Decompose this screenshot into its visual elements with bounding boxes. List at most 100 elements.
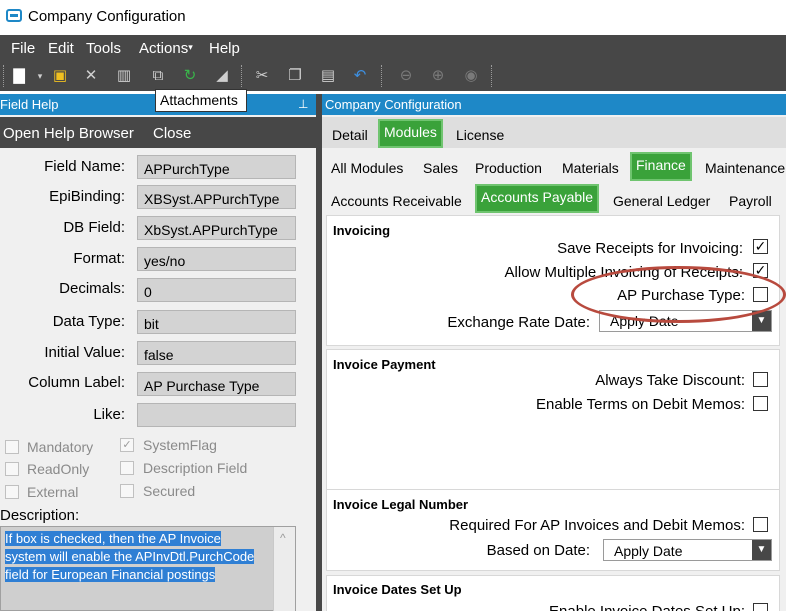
description-textarea[interactable]: If box is checked, then the AP Invoice s… bbox=[0, 526, 296, 611]
db-field-label: DB Field: bbox=[63, 219, 125, 236]
systemflag-checkbox: ✓ bbox=[120, 438, 134, 452]
back-icon[interactable]: ⊖ bbox=[396, 66, 416, 86]
attach-icon[interactable]: ⧉ bbox=[148, 66, 168, 86]
format-value: yes/no bbox=[137, 247, 296, 271]
menu-actions[interactable]: Actions▾ bbox=[139, 40, 193, 57]
save-icon[interactable]: ▣ bbox=[50, 66, 70, 86]
toolbar-separator bbox=[491, 65, 493, 87]
tab-accounts-payable[interactable]: Accounts Payable bbox=[475, 184, 600, 213]
undo-icon[interactable]: ↶ bbox=[350, 66, 370, 86]
based-on-date-label: Based on Date: bbox=[486, 542, 590, 559]
field-name-label: Field Name: bbox=[44, 158, 125, 175]
based-on-date-value: Apply Date bbox=[614, 543, 683, 559]
tab-license[interactable]: License bbox=[456, 127, 504, 143]
top-tab-row: Detail Modules License bbox=[322, 117, 786, 148]
menu-edit[interactable]: Edit bbox=[48, 40, 74, 57]
attachments-tooltip: Attachments bbox=[155, 89, 247, 112]
highlight-circle bbox=[571, 266, 786, 323]
required-for-label: Required For AP Invoices and Debit Memos… bbox=[449, 517, 745, 534]
mandatory-checkbox bbox=[5, 440, 19, 454]
initial-value-label: Initial Value: bbox=[44, 344, 125, 361]
tab-modules[interactable]: Modules bbox=[378, 119, 443, 148]
readonly-checkbox bbox=[5, 462, 19, 476]
app-icon bbox=[6, 9, 22, 22]
invoice-legal-number-title: Invoice Legal Number bbox=[333, 497, 469, 512]
decimals-value: 0 bbox=[137, 278, 296, 302]
initial-value-value: false bbox=[137, 341, 296, 365]
window-title: Company Configuration bbox=[28, 8, 186, 25]
menu-help[interactable]: Help bbox=[209, 40, 240, 57]
like-label: Like: bbox=[93, 406, 125, 423]
save-receipts-label: Save Receipts for Invoicing: bbox=[557, 240, 743, 257]
secured-checkbox bbox=[120, 484, 134, 498]
tab-accounts-receivable[interactable]: Accounts Receivable bbox=[331, 193, 462, 209]
cut-icon[interactable]: ✂ bbox=[252, 66, 272, 86]
description-line: If box is checked, then the AP Invoice bbox=[5, 531, 221, 546]
delete-icon[interactable]: ✕ bbox=[81, 66, 101, 86]
refresh-icon[interactable]: ↻ bbox=[180, 66, 200, 86]
stop-icon[interactable]: ◉ bbox=[461, 66, 481, 86]
data-type-value: bit bbox=[137, 310, 296, 334]
tab-sales[interactable]: Sales bbox=[423, 160, 458, 176]
pin-icon[interactable]: ⊥ bbox=[298, 97, 308, 111]
title-bar: Company Configuration bbox=[0, 0, 786, 35]
db-field-value: XbSyst.APPurchType bbox=[137, 216, 296, 240]
mandatory-label: Mandatory bbox=[27, 439, 94, 455]
tab-general-ledger[interactable]: General Ledger bbox=[613, 193, 710, 209]
field-help-title: Field Help bbox=[0, 97, 59, 112]
description-field-label: Description Field bbox=[143, 460, 248, 476]
menu-bar: File Edit Tools Actions▾ Help bbox=[0, 35, 786, 61]
invoice-payment-title: Invoice Payment bbox=[333, 357, 436, 372]
enable-dates-label: Enable Invoice Dates Set Up: bbox=[500, 603, 745, 611]
invoice-dates-setup-title: Invoice Dates Set Up bbox=[333, 582, 462, 597]
tab-payroll[interactable]: Payroll bbox=[729, 193, 772, 209]
open-help-browser-button[interactable]: Open Help Browser bbox=[3, 125, 134, 142]
new-icon[interactable]: ▇ bbox=[9, 66, 29, 86]
menu-file[interactable]: File bbox=[11, 40, 35, 57]
format-label: Format: bbox=[73, 250, 125, 267]
field-name-value: APPurchType bbox=[137, 155, 296, 179]
like-value bbox=[137, 403, 296, 427]
description-field-checkbox bbox=[120, 461, 134, 475]
enable-dates-label-clip: Enable Invoice Dates Set Up: bbox=[500, 603, 745, 611]
book-icon[interactable]: ▥ bbox=[114, 66, 134, 86]
exchange-rate-date-label: Exchange Rate Date: bbox=[447, 314, 590, 331]
menu-tools[interactable]: Tools bbox=[86, 40, 121, 57]
description-scrollbar[interactable] bbox=[273, 527, 295, 611]
forward-icon[interactable]: ⊕ bbox=[428, 66, 448, 86]
company-configuration-title: Company Configuration bbox=[325, 97, 462, 112]
company-configuration-header: Company Configuration bbox=[322, 94, 786, 115]
column-label-value: AP Purchase Type bbox=[137, 372, 296, 396]
toolbar-grip bbox=[3, 65, 5, 87]
tab-materials[interactable]: Materials bbox=[562, 160, 619, 176]
save-receipts-checkbox[interactable]: ✓ bbox=[753, 239, 768, 254]
tab-all-modules[interactable]: All Modules bbox=[331, 160, 403, 176]
external-label: External bbox=[27, 484, 79, 500]
invoice-payment-group: Invoice Payment bbox=[326, 349, 780, 491]
based-on-date-select[interactable]: Apply Date ▼ bbox=[603, 539, 772, 561]
always-take-discount-label: Always Take Discount: bbox=[595, 372, 745, 389]
tab-maintenance[interactable]: Maintenance bbox=[705, 160, 785, 176]
new-dropdown-icon[interactable]: ▾ bbox=[30, 66, 50, 86]
column-label-label: Column Label: bbox=[28, 374, 125, 391]
description-line: field for European Financial postings bbox=[5, 567, 216, 582]
paste-icon[interactable]: ▤ bbox=[318, 66, 338, 86]
tab-detail[interactable]: Detail bbox=[332, 127, 368, 143]
eraser-icon[interactable]: ◢ bbox=[212, 66, 232, 86]
secured-label: Secured bbox=[143, 483, 196, 499]
modules-tab-row: All Modules Sales Production Materials F… bbox=[322, 150, 786, 181]
enable-dates-checkbox[interactable] bbox=[753, 603, 768, 611]
enable-dates-checkbox-clip bbox=[753, 603, 768, 611]
close-button[interactable]: Close bbox=[153, 125, 191, 142]
copy-icon[interactable]: ❐ bbox=[285, 66, 305, 86]
description-line: system will enable the APInvDtl.PurchCod… bbox=[5, 549, 255, 564]
data-type-label: Data Type: bbox=[52, 313, 125, 330]
enable-terms-checkbox[interactable] bbox=[753, 396, 768, 411]
tab-finance[interactable]: Finance bbox=[630, 152, 692, 181]
tab-production[interactable]: Production bbox=[475, 160, 542, 176]
toolbar: ▇ ▾ ▣ ✕ ▥ ⧉ ↻ ◢ ✂ ❐ ▤ ↶ ⊖ ⊕ ◉ bbox=[0, 61, 786, 91]
external-checkbox bbox=[5, 485, 19, 499]
required-for-checkbox[interactable] bbox=[753, 517, 768, 532]
chevron-down-icon[interactable]: ▼ bbox=[752, 540, 771, 560]
always-take-discount-checkbox[interactable] bbox=[753, 372, 768, 387]
